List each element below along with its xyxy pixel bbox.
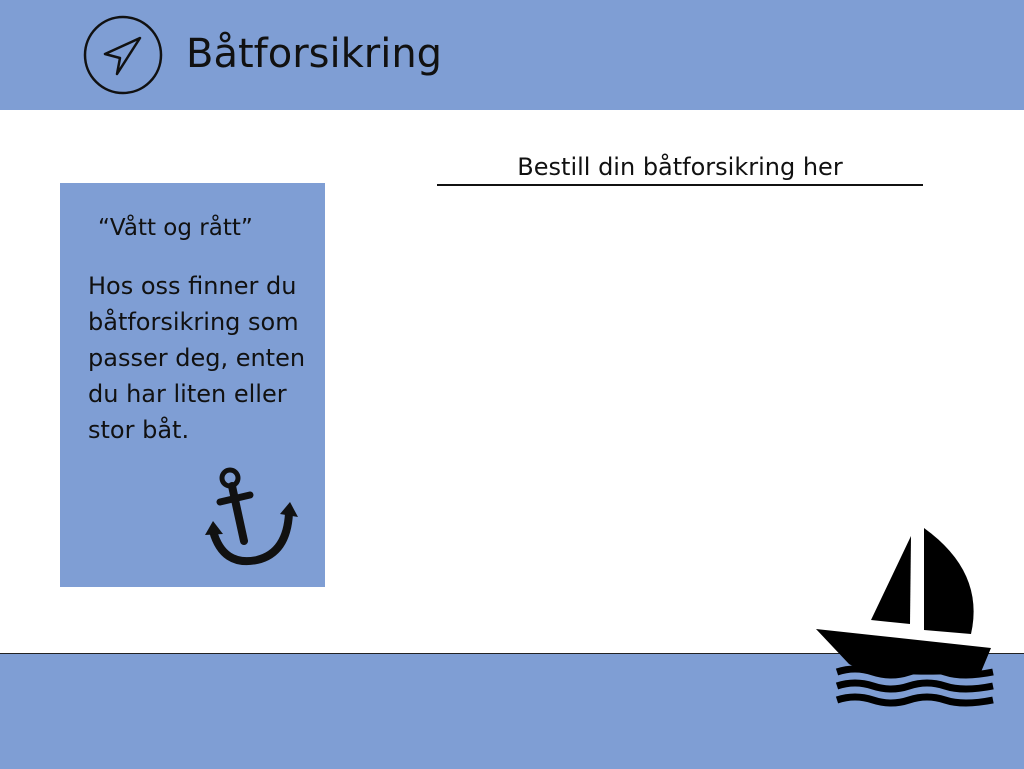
app-title: Båtforsikring bbox=[186, 31, 443, 77]
info-card: “Vått og rått” Hos oss finner du båtfors… bbox=[60, 183, 325, 587]
sailboat-icon bbox=[816, 528, 994, 707]
header-bar: Båtforsikring bbox=[0, 0, 1024, 110]
info-quote: “Vått og rått” bbox=[98, 215, 253, 241]
order-insurance-link[interactable]: Bestill din båtforsikring her bbox=[437, 150, 923, 186]
info-text: Hos oss finner du båtforsikring som pass… bbox=[88, 272, 306, 444]
anchor-icon bbox=[205, 467, 298, 566]
navigation-arrow-icon[interactable] bbox=[82, 14, 164, 96]
